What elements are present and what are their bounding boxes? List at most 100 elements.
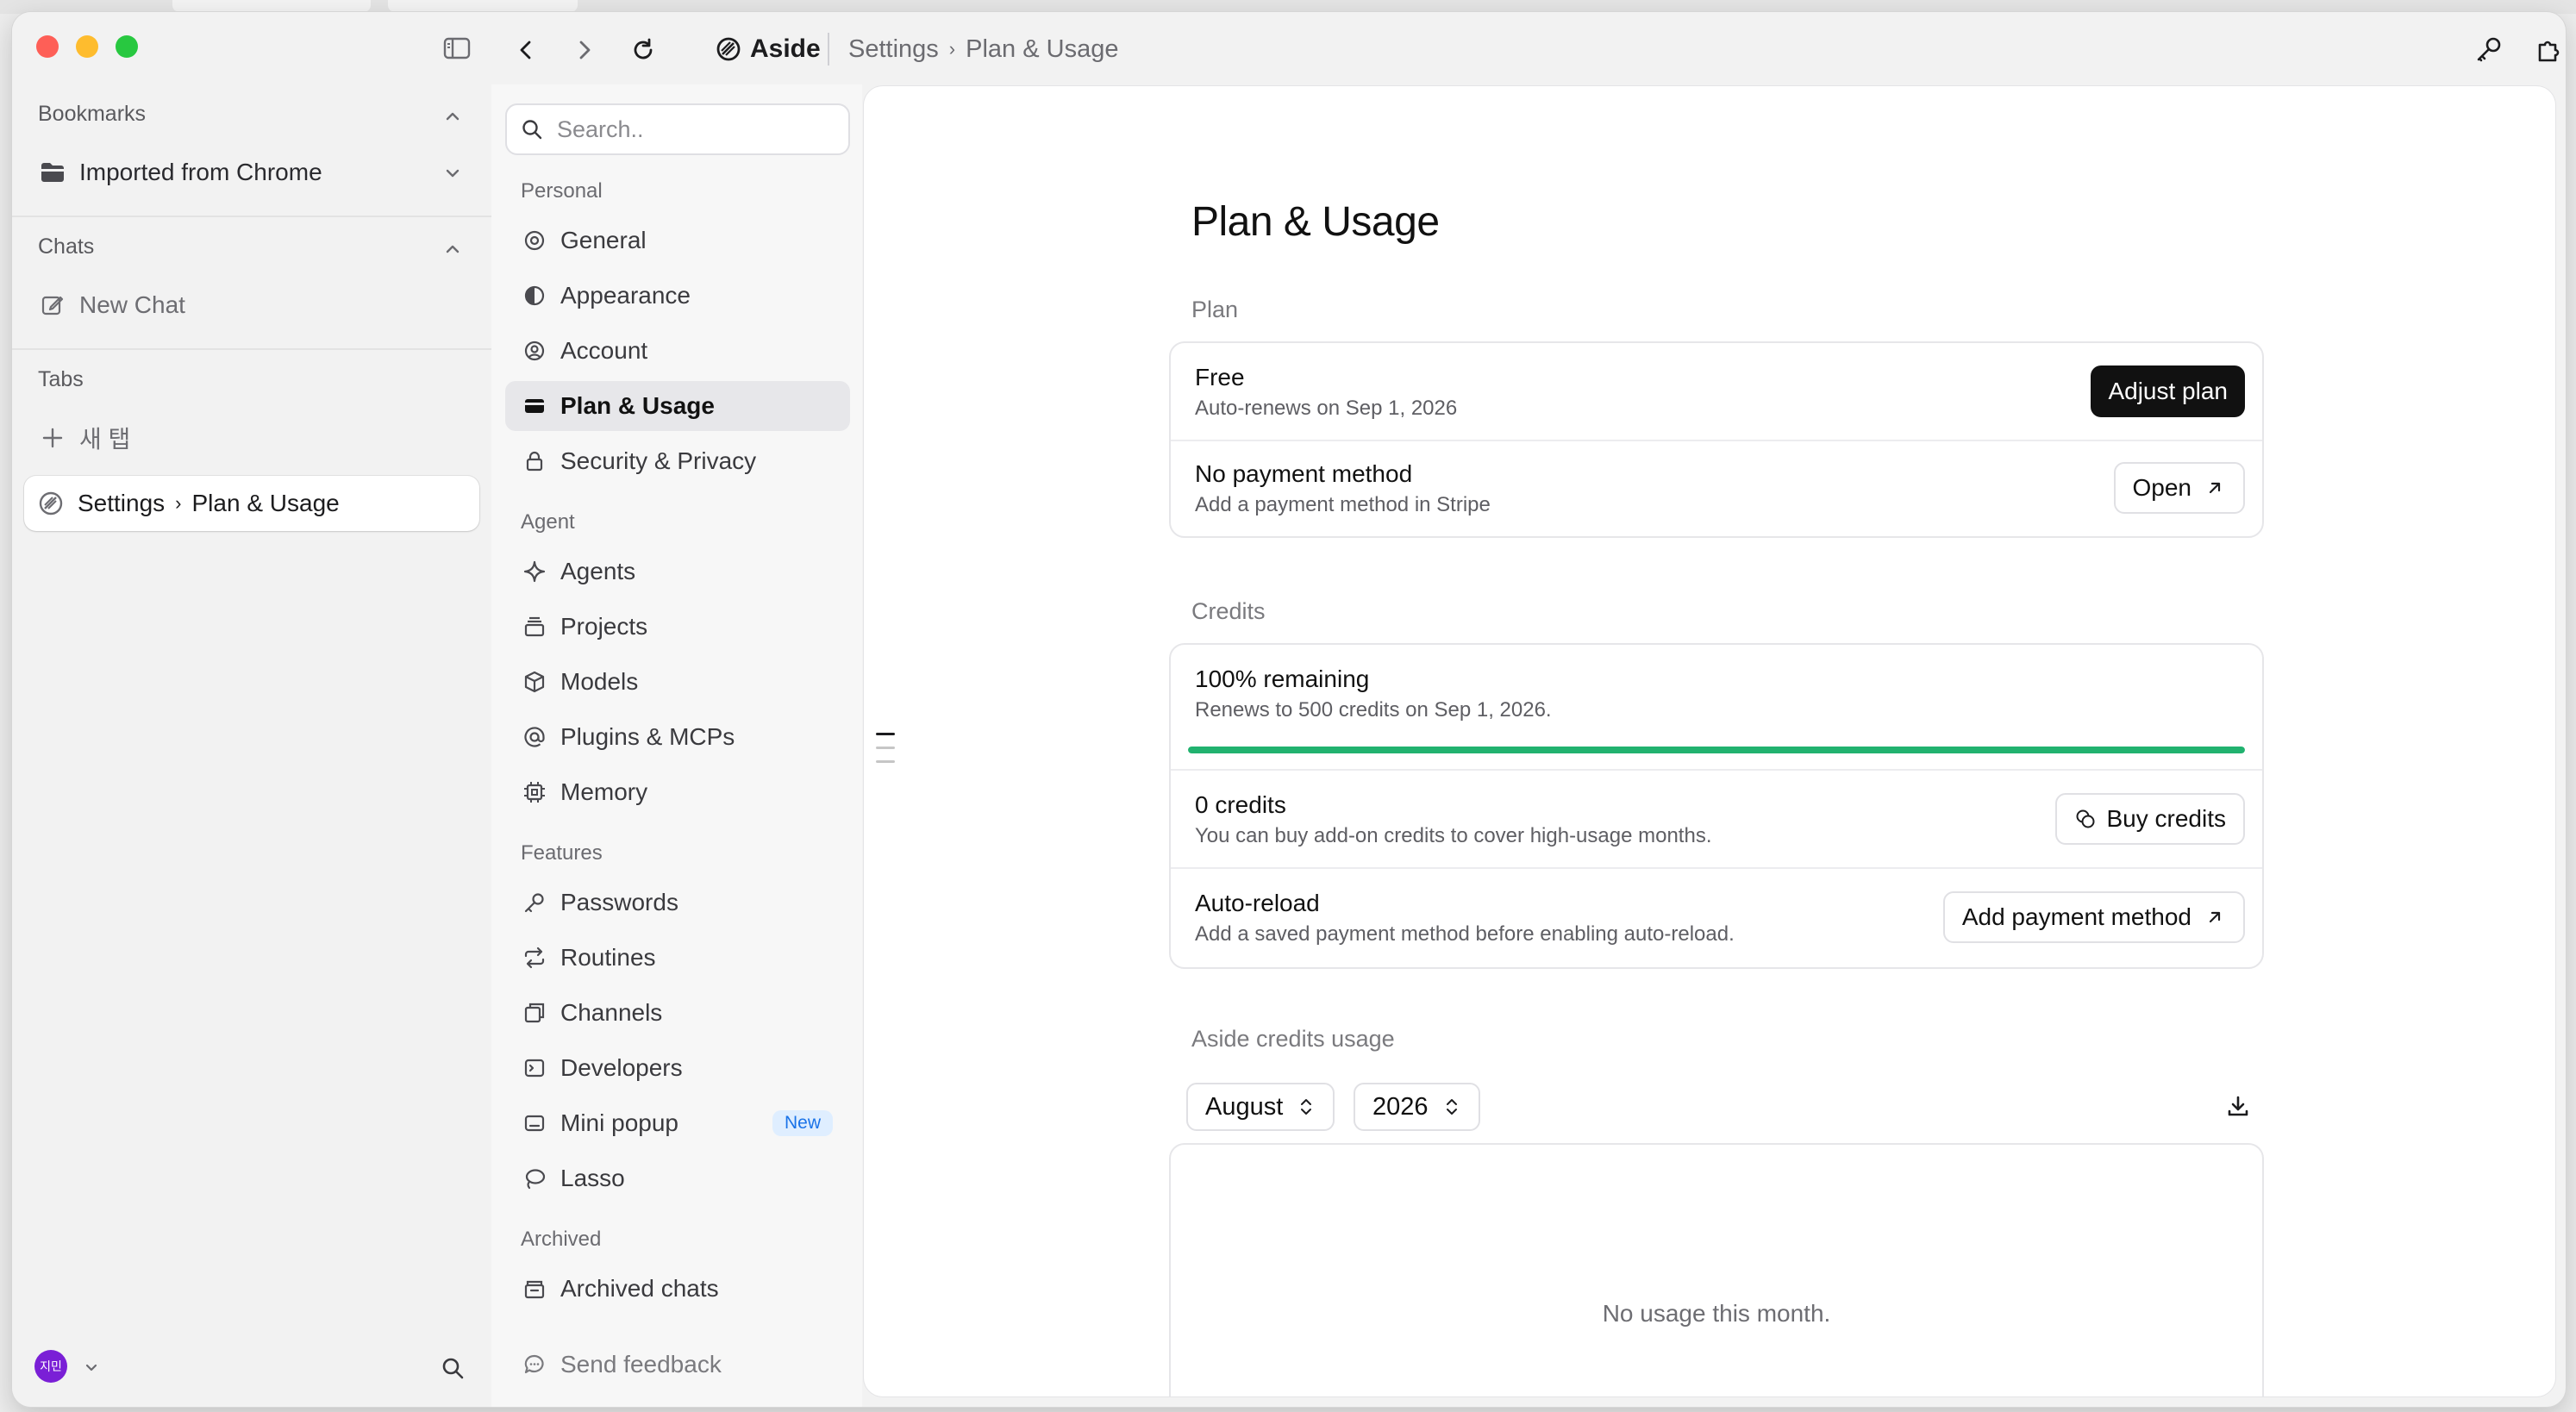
chevron-up-down-icon — [1442, 1097, 1461, 1116]
user-circle-icon — [521, 337, 548, 365]
forward-arrow-icon[interactable] — [567, 33, 602, 67]
group-label-archived: Archived — [521, 1228, 602, 1251]
nav-item-developers[interactable]: Developers — [505, 1043, 850, 1093]
section-label-usage: Aside credits usage — [1191, 1026, 1395, 1052]
credits-remaining-sub: Renews to 500 credits on Sep 1, 2026. — [1195, 698, 1552, 722]
active-tab[interactable]: Settings › Plan & Usage — [24, 476, 479, 531]
chat-bubble-icon — [521, 1351, 548, 1378]
bookmarks-header[interactable]: Bookmarks — [38, 102, 146, 127]
nav-item-archived-chats[interactable]: Archived chats — [505, 1264, 850, 1314]
repeat-icon — [521, 944, 548, 972]
cube-icon — [521, 668, 548, 696]
brand[interactable]: Aside — [714, 31, 821, 67]
buy-credits-button[interactable]: Buy credits — [2054, 793, 2245, 845]
nav-item-label: Developers — [560, 1054, 683, 1081]
avatar[interactable]: 지민 — [34, 1350, 67, 1383]
divider — [828, 33, 829, 66]
breadcrumb-item[interactable]: Settings — [848, 35, 939, 64]
addon-credits-title: 0 credits — [1195, 791, 1286, 818]
window-icon — [521, 1109, 548, 1137]
nav-item-plan-usage[interactable]: Plan & Usage — [505, 381, 850, 431]
auto-reload-sub: Add a saved payment method before enabli… — [1195, 922, 1735, 946]
year-select[interactable]: 2026 — [1354, 1083, 1480, 1131]
chevron-up-icon[interactable] — [443, 107, 462, 126]
breadcrumb-item: Plan & Usage — [966, 34, 1119, 63]
resize-handle — [876, 747, 895, 749]
terminal-icon — [521, 1054, 548, 1082]
new-chat-button[interactable]: New Chat — [38, 288, 185, 322]
nav-item-passwords[interactable]: Passwords — [505, 878, 850, 928]
new-tab-button[interactable]: 새 탭 — [38, 421, 130, 455]
resize-handle — [876, 760, 895, 763]
divider — [12, 216, 491, 217]
search-icon[interactable] — [438, 1353, 467, 1383]
nav-item-security[interactable]: Security & Privacy — [505, 436, 850, 486]
minimize-window-button[interactable] — [76, 35, 98, 58]
extensions-icon[interactable] — [2531, 31, 2566, 67]
send-feedback-button[interactable]: Send feedback — [505, 1340, 850, 1390]
credits-card: 100% remaining Renews to 500 credits on … — [1169, 643, 2264, 969]
nav-item-plugins[interactable]: Plugins & MCPs — [505, 712, 850, 762]
lasso-icon — [521, 1165, 548, 1192]
at-sign-icon — [521, 723, 548, 751]
nav-item-projects[interactable]: Projects — [505, 602, 850, 652]
add-payment-method-button[interactable]: Add payment method — [1942, 891, 2245, 943]
credits-remaining-row: 100% remaining Renews to 500 credits on … — [1171, 645, 2262, 769]
credits-progress-fill — [1188, 747, 2245, 753]
resize-handle[interactable] — [876, 733, 895, 735]
adjust-plan-button[interactable]: Adjust plan — [2091, 365, 2245, 417]
payment-row: No payment method Add a payment method i… — [1171, 441, 2262, 536]
divider — [12, 348, 491, 350]
search-input[interactable] — [555, 115, 835, 144]
nav-item-label: Projects — [560, 613, 648, 640]
month-select[interactable]: August — [1186, 1083, 1335, 1131]
close-window-button[interactable] — [36, 35, 59, 58]
buy-credits-label: Buy credits — [2106, 805, 2227, 832]
search-box[interactable] — [505, 103, 850, 155]
nav-item-label: Mini popup — [560, 1109, 678, 1136]
nav-item-label: General — [560, 227, 647, 253]
brand-name: Aside — [750, 34, 821, 63]
nav-item-agents[interactable]: Agents — [505, 547, 850, 597]
chevron-down-icon[interactable] — [443, 164, 462, 183]
key-icon[interactable] — [2471, 31, 2507, 67]
bookmark-folder[interactable]: Imported from Chrome — [38, 155, 322, 190]
open-button[interactable]: Open — [2113, 462, 2245, 514]
nav-item-label: Models — [560, 668, 639, 695]
active-tab-part1: Settings — [78, 490, 166, 516]
chats-header[interactable]: Chats — [38, 234, 94, 259]
nav-item-account[interactable]: Account — [505, 326, 850, 376]
back-arrow-icon[interactable] — [509, 33, 543, 67]
external-arrow-icon — [2204, 906, 2226, 928]
reload-icon[interactable] — [626, 33, 660, 67]
new-badge: New — [772, 1110, 833, 1136]
nav-item-appearance[interactable]: Appearance — [505, 271, 850, 321]
section-label-plan: Plan — [1191, 297, 1239, 322]
sidebar-toggle-icon[interactable] — [441, 36, 472, 60]
nav-item-memory[interactable]: Memory — [505, 767, 850, 817]
addon-credits-sub: You can buy add-on credits to cover high… — [1195, 824, 1712, 847]
nav-item-lasso[interactable]: Lasso — [505, 1153, 850, 1203]
nav-item-general[interactable]: General — [505, 216, 850, 266]
background-tab — [172, 0, 371, 12]
zoom-window-button[interactable] — [116, 35, 138, 58]
usage-chart-card: No usage this month. — [1169, 1143, 2264, 1396]
nav-item-mini-popup[interactable]: Mini popup New — [505, 1098, 850, 1148]
nav-item-models[interactable]: Models — [505, 657, 850, 707]
folder-icon — [38, 158, 67, 187]
credit-card-icon — [521, 392, 548, 420]
nav-item-routines[interactable]: Routines — [505, 933, 850, 983]
plan-card: Free Auto-renews on Sep 1, 2026 Adjust p… — [1169, 341, 2264, 538]
aside-logo-icon — [36, 489, 66, 518]
download-icon[interactable] — [2221, 1090, 2255, 1124]
chevron-up-icon[interactable] — [443, 240, 462, 259]
chevron-down-icon[interactable] — [83, 1359, 100, 1376]
page-title: Plan & Usage — [1191, 199, 1440, 245]
nav-item-channels[interactable]: Channels — [505, 988, 850, 1038]
lock-icon — [521, 447, 548, 475]
settings-nav: Personal General Appearance Account Plan… — [491, 84, 862, 1407]
active-tab-part2: Plan & Usage — [191, 490, 340, 516]
nav-item-label: Account — [560, 337, 648, 364]
new-chat-label: New Chat — [79, 291, 185, 318]
auto-reload-row: Auto-reload Add a saved payment method b… — [1171, 869, 2262, 967]
